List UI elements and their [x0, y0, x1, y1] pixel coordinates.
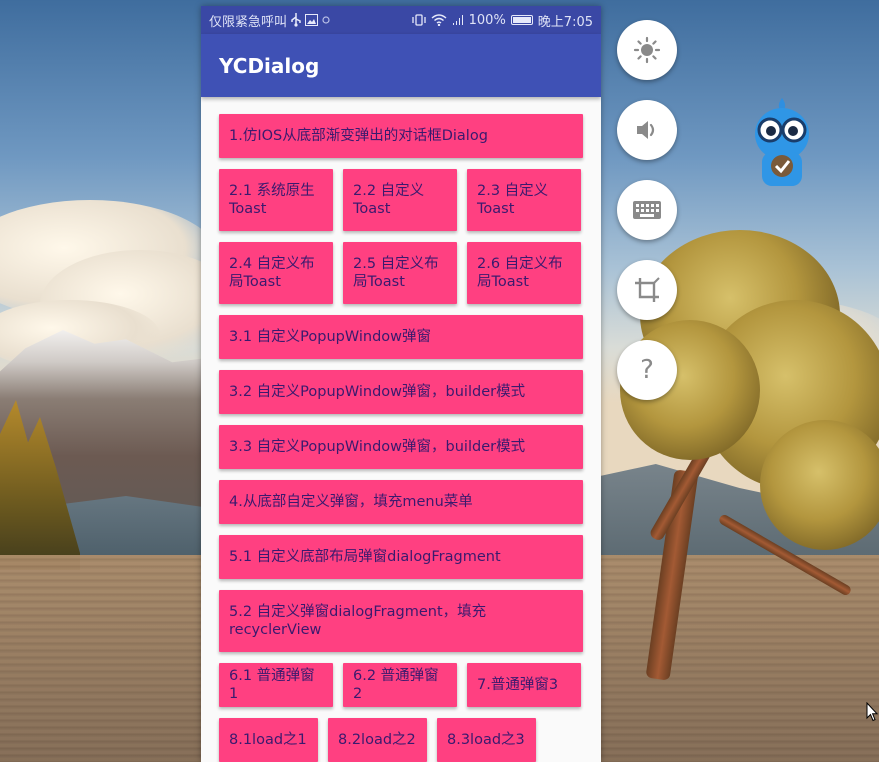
crop-button[interactable] — [617, 260, 677, 320]
help-icon: ? — [640, 355, 654, 385]
status-time: 晚上7:05 — [537, 14, 593, 30]
custom-layout-toast-button-2[interactable]: 2.5 自定义布局Toast — [343, 242, 457, 304]
custom-layout-toast-button-1[interactable]: 2.4 自定义布局Toast — [219, 242, 333, 304]
mouse-cursor-icon — [866, 702, 878, 722]
signal-icon — [452, 14, 464, 26]
load-button-3[interactable]: 8.3load之3 — [437, 718, 536, 762]
load-button-2[interactable]: 8.2load之2 — [328, 718, 427, 762]
emulator-toolbar: ? — [617, 20, 677, 400]
battery-percent: 100% — [468, 12, 506, 28]
bottom-dialog-fragment-button[interactable]: 5.1 自定义底部布局弹窗dialogFragment — [219, 535, 583, 579]
popupwindow-button[interactable]: 3.1 自定义PopupWindow弹窗 — [219, 315, 583, 359]
wifi-icon — [431, 14, 447, 26]
popupwindow-builder-button-2[interactable]: 3.3 自定义PopupWindow弹窗，builder模式 — [219, 425, 583, 469]
bottom-menu-dialog-button[interactable]: 4.从底部自定义弹窗，填充menu菜单 — [219, 480, 583, 524]
volume-icon — [637, 121, 655, 139]
ios-bottom-dialog-button[interactable]: 1.仿IOS从底部渐变弹出的对话框Dialog — [219, 114, 583, 158]
popupwindow-builder-button-1[interactable]: 3.2 自定义PopupWindow弹窗，builder模式 — [219, 370, 583, 414]
vibrate-icon — [411, 14, 426, 26]
normal-dialog-button-3[interactable]: 7.普通弹窗3 — [467, 663, 581, 707]
notification-dot-icon — [322, 16, 330, 24]
app-bar: YCDialog — [201, 34, 601, 97]
brightness-icon — [633, 36, 661, 64]
custom-layout-toast-button-3[interactable]: 2.6 自定义布局Toast — [467, 242, 581, 304]
phone-screen: 仅限紧急呼叫 100% 晚上7:05 YCDialog 1.仿IOS从底部渐变弹… — [201, 6, 601, 762]
custom-toast-button-2[interactable]: 2.3 自定义Toast — [467, 169, 581, 231]
system-toast-button[interactable]: 2.1 系统原生Toast — [219, 169, 333, 231]
app-title: YCDialog — [219, 53, 320, 78]
mascot-icon[interactable] — [752, 96, 812, 192]
normal-dialog-button-1[interactable]: 6.1 普通弹窗1 — [219, 663, 333, 707]
volume-button[interactable] — [617, 100, 677, 160]
carrier-status-text: 仅限紧急呼叫 — [209, 14, 288, 30]
normal-dialog-button-2[interactable]: 6.2 普通弹窗2 — [343, 663, 457, 707]
crop-icon — [635, 277, 660, 302]
brightness-button[interactable] — [617, 20, 677, 80]
keyboard-icon — [633, 201, 661, 219]
tree-canopy — [760, 420, 879, 550]
recyclerview-dialog-fragment-button[interactable]: 5.2 自定义弹窗dialogFragment，填充recyclerView — [219, 590, 583, 652]
battery-icon — [510, 15, 533, 25]
status-bar: 仅限紧急呼叫 100% 晚上7:05 — [201, 6, 601, 34]
keyboard-button[interactable] — [617, 180, 677, 240]
image-notification-icon — [305, 14, 319, 26]
usb-icon — [291, 13, 301, 27]
help-button[interactable]: ? — [617, 340, 677, 400]
custom-toast-button-1[interactable]: 2.2 自定义Toast — [343, 169, 457, 231]
button-list: 1.仿IOS从底部渐变弹出的对话框Dialog 2.1 系统原生Toast 2.… — [201, 97, 601, 762]
load-button-1[interactable]: 8.1load之1 — [219, 718, 318, 762]
